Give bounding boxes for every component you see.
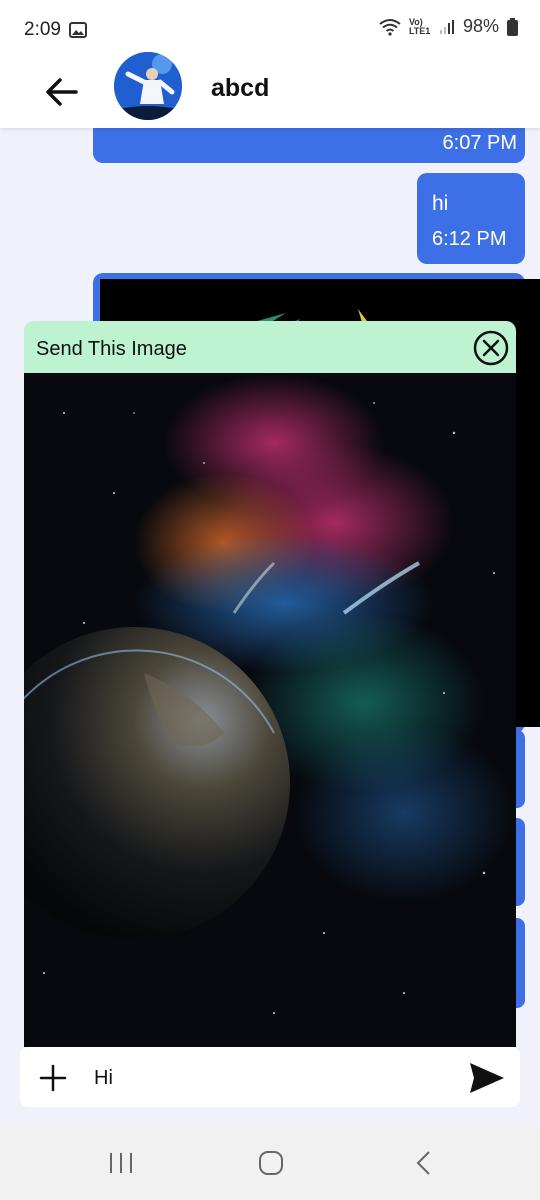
- message-time: 6:07 PM: [442, 132, 517, 154]
- plus-icon[interactable]: [38, 1063, 68, 1093]
- message-text: hi: [432, 192, 449, 215]
- send-image-modal: Send This Image: [24, 321, 516, 1047]
- contact-name: abcd: [211, 74, 270, 102]
- signal-icon: [439, 19, 454, 34]
- message-composer: [20, 1047, 520, 1107]
- wifi-icon: [379, 18, 401, 36]
- send-icon[interactable]: [468, 1061, 506, 1095]
- close-icon[interactable]: [472, 329, 510, 367]
- gallery-icon: [69, 22, 87, 38]
- message-time: 6:12 PM: [432, 228, 507, 250]
- avatar-figure: [114, 52, 182, 120]
- recents-icon[interactable]: [108, 1152, 134, 1174]
- battery-text: 98%: [462, 16, 499, 36]
- image-preview: [24, 373, 516, 1047]
- system-nav-bar: [0, 1128, 540, 1200]
- message-bubble[interactable]: 6:07 PM: [93, 128, 525, 163]
- battery-icon: [507, 17, 518, 36]
- status-bar: 2:09 Vo) LTE1 98%: [0, 0, 540, 58]
- message-bubble[interactable]: hi 6:12 PM: [417, 173, 525, 264]
- space-planet-image: [24, 373, 516, 1047]
- message-input[interactable]: [92, 1059, 456, 1097]
- status-icons: Vo) LTE1 98%: [379, 16, 518, 37]
- modal-header: Send This Image: [24, 321, 516, 373]
- home-icon[interactable]: [258, 1150, 284, 1176]
- modal-title: Send This Image: [36, 338, 187, 360]
- avatar[interactable]: [114, 52, 182, 120]
- back-arrow-icon[interactable]: [40, 70, 84, 114]
- nav-back-icon[interactable]: [414, 1150, 434, 1176]
- network-label: Vo) LTE1: [408, 16, 431, 36]
- status-time: 2:09: [24, 19, 61, 40]
- chat-header: abcd: [0, 52, 540, 128]
